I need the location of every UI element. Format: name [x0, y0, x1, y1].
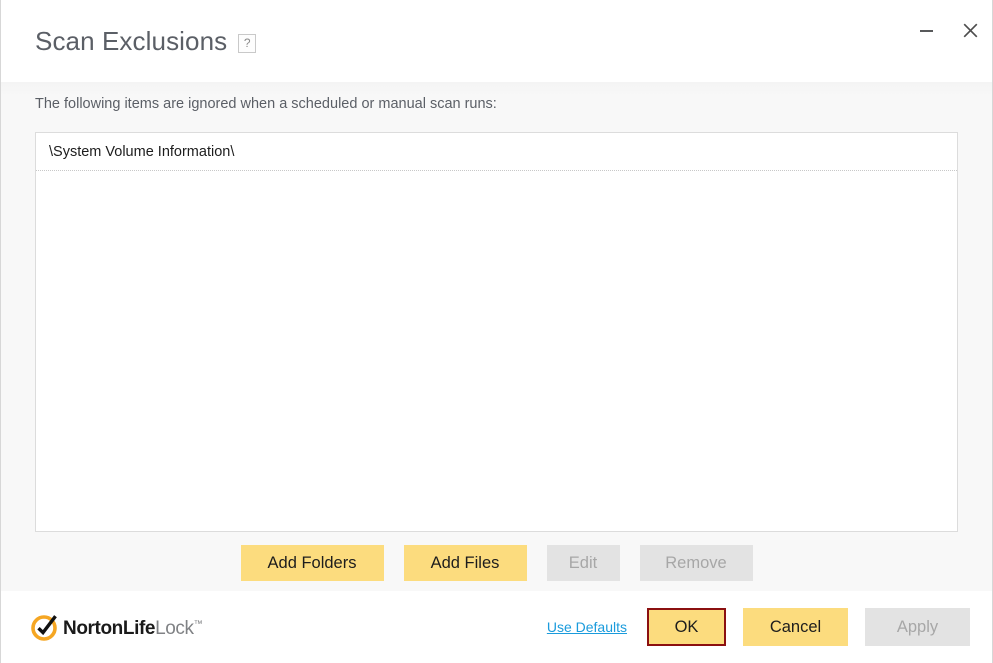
page-title: Scan Exclusions — [35, 28, 227, 54]
use-defaults-link[interactable]: Use Defaults — [547, 619, 627, 635]
intro-description: The following items are ignored when a s… — [35, 96, 958, 113]
help-icon[interactable]: ? — [238, 34, 256, 53]
window-controls — [904, 0, 992, 60]
edit-button: Edit — [547, 545, 620, 581]
dialog-footer: NortonLifeLock™ Use Defaults OK Cancel A… — [1, 591, 992, 663]
remove-button: Remove — [640, 545, 753, 581]
title-group: Scan Exclusions ? — [35, 28, 256, 54]
brand-lock: Lock — [155, 618, 194, 639]
ok-button[interactable]: OK — [647, 608, 726, 646]
brand-trademark: ™ — [194, 618, 203, 628]
title-bar: Scan Exclusions ? — [1, 0, 992, 82]
footer-actions: Use Defaults OK Cancel Apply — [547, 608, 970, 646]
scan-exclusions-dialog: Scan Exclusions ? The following items ar… — [0, 0, 993, 663]
list-item[interactable]: \System Volume Information\ — [36, 133, 957, 171]
exclusions-list[interactable]: \System Volume Information\ — [35, 132, 958, 532]
add-folders-button[interactable]: Add Folders — [241, 545, 384, 581]
minimize-icon — [918, 22, 935, 39]
add-files-button[interactable]: Add Files — [404, 545, 527, 581]
norton-checkmark-icon — [31, 613, 59, 641]
cancel-button[interactable]: Cancel — [743, 608, 848, 646]
brand-wordmark: NortonLifeLock™ — [63, 619, 202, 638]
close-icon — [961, 21, 980, 40]
exclusion-path: \System Volume Information\ — [49, 144, 234, 160]
close-button[interactable] — [948, 7, 992, 53]
brand-life: Life — [123, 618, 155, 639]
list-actions-toolbar: Add Folders Add Files Edit Remove — [35, 545, 958, 581]
dialog-body: The following items are ignored when a s… — [1, 82, 992, 591]
minimize-button[interactable] — [904, 7, 948, 53]
nortonlifelock-logo: NortonLifeLock™ — [31, 613, 202, 641]
apply-button: Apply — [865, 608, 970, 646]
brand-norton: Norton — [63, 618, 123, 639]
